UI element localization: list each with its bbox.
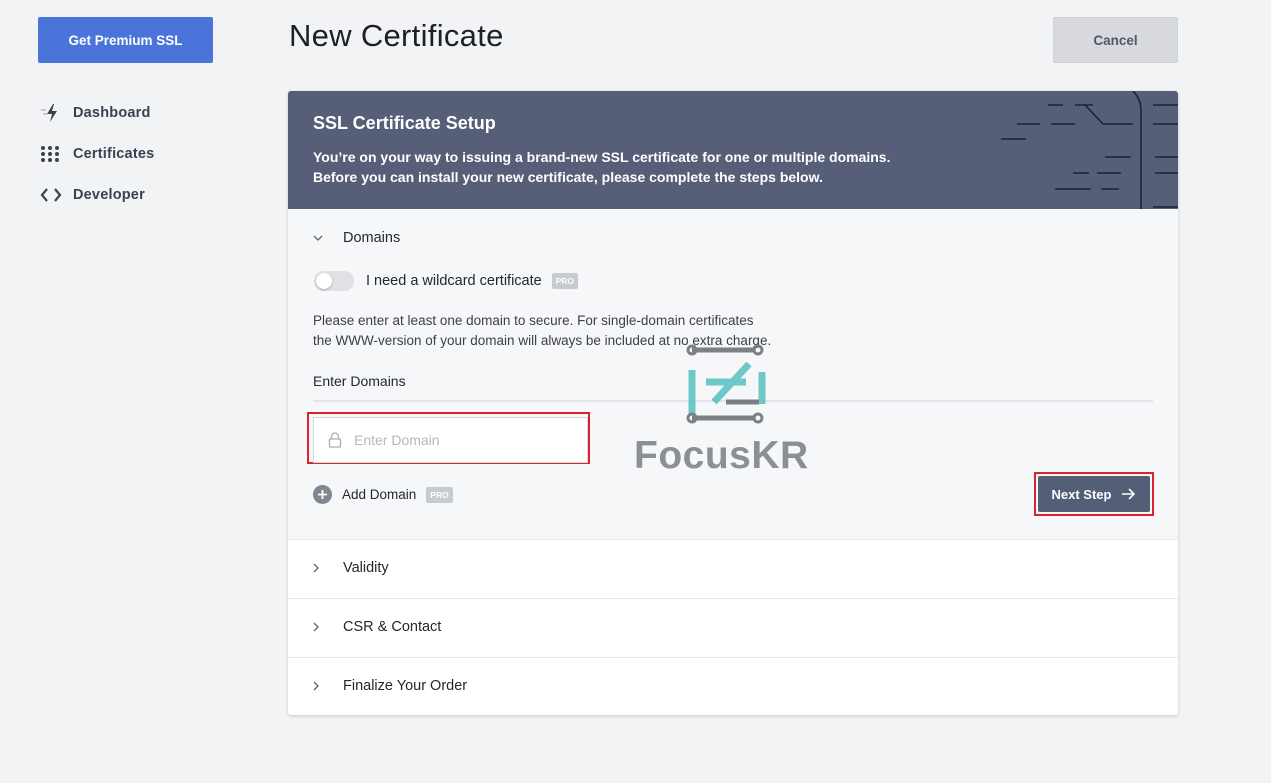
wildcard-row: I need a wildcard certificate PRO	[314, 271, 579, 291]
domain-info-text: Please enter at least one domain to secu…	[313, 311, 873, 351]
certificate-setup-card: SSL Certificate Setup You’re on your way…	[288, 91, 1178, 715]
banner-description: You’re on your way to issuing a brand-ne…	[313, 147, 890, 187]
chevron-right-icon	[313, 622, 323, 632]
validity-section-header[interactable]: Validity	[313, 560, 389, 576]
add-domain-label: Add Domain	[342, 487, 417, 502]
banner-line-2: Before you can install your new certific…	[313, 169, 823, 185]
domain-input-field	[313, 417, 588, 463]
setup-banner: SSL Certificate Setup You’re on your way…	[288, 91, 1178, 209]
add-domain-button[interactable]: Add Domain PRO	[313, 485, 453, 504]
divider	[313, 400, 1153, 402]
domain-input[interactable]	[352, 431, 556, 449]
finalize-order-section[interactable]: Finalize Your Order	[288, 657, 1178, 715]
section-label: CSR & Contact	[343, 619, 442, 635]
domains-section-header[interactable]: Domains	[313, 230, 400, 246]
pro-badge: PRO	[426, 486, 453, 503]
wildcard-toggle[interactable]	[314, 271, 354, 291]
chevron-right-icon	[313, 681, 323, 691]
next-step-button[interactable]: Next Step	[1038, 476, 1150, 512]
csr-contact-section-header[interactable]: CSR & Contact	[313, 619, 441, 635]
arrow-right-icon	[1122, 488, 1136, 500]
info-line-1: Please enter at least one domain to secu…	[313, 313, 754, 328]
csr-contact-section[interactable]: CSR & Contact	[288, 598, 1178, 657]
bolt-icon	[40, 103, 66, 123]
sidebar-item-certificates[interactable]: Certificates	[38, 133, 154, 174]
chevron-right-icon	[313, 563, 323, 573]
section-label: Domains	[343, 230, 401, 246]
banner-line-1: You’re on your way to issuing a brand-ne…	[313, 149, 891, 165]
banner-title: SSL Certificate Setup	[313, 113, 496, 133]
pro-badge: PRO	[551, 273, 579, 289]
grid-dots-icon	[40, 144, 66, 164]
sidebar-item-label: Certificates	[73, 145, 155, 162]
toggle-knob	[316, 273, 332, 289]
cancel-button[interactable]: Cancel	[1053, 17, 1178, 63]
finalize-order-section-header[interactable]: Finalize Your Order	[313, 678, 467, 694]
domains-section: Domains I need a wildcard certificate PR…	[288, 209, 1178, 539]
lock-icon	[328, 432, 342, 448]
sidebar-item-developer[interactable]: Developer	[38, 174, 154, 215]
sidebar-item-label: Dashboard	[73, 104, 151, 121]
code-brackets-icon	[40, 185, 66, 205]
validity-section[interactable]: Validity	[288, 539, 1178, 598]
circuit-decoration-icon	[1001, 91, 1178, 209]
sidebar-nav: Dashboard Certificates Developer	[38, 92, 154, 215]
wildcard-label: I need a wildcard certificate	[366, 273, 542, 289]
next-step-label: Next Step	[1051, 486, 1112, 502]
enter-domains-label: Enter Domains	[313, 373, 406, 389]
sidebar-item-label: Developer	[73, 186, 145, 203]
get-premium-ssl-button[interactable]: Get Premium SSL	[38, 17, 213, 63]
section-label: Finalize Your Order	[343, 678, 468, 694]
plus-circle-icon	[313, 485, 332, 504]
sidebar-item-dashboard[interactable]: Dashboard	[38, 92, 154, 133]
info-line-2: the WWW-version of your domain will alwa…	[313, 333, 772, 348]
page-title: New Certificate	[289, 18, 504, 53]
section-label: Validity	[343, 560, 389, 576]
chevron-down-icon	[313, 233, 323, 243]
